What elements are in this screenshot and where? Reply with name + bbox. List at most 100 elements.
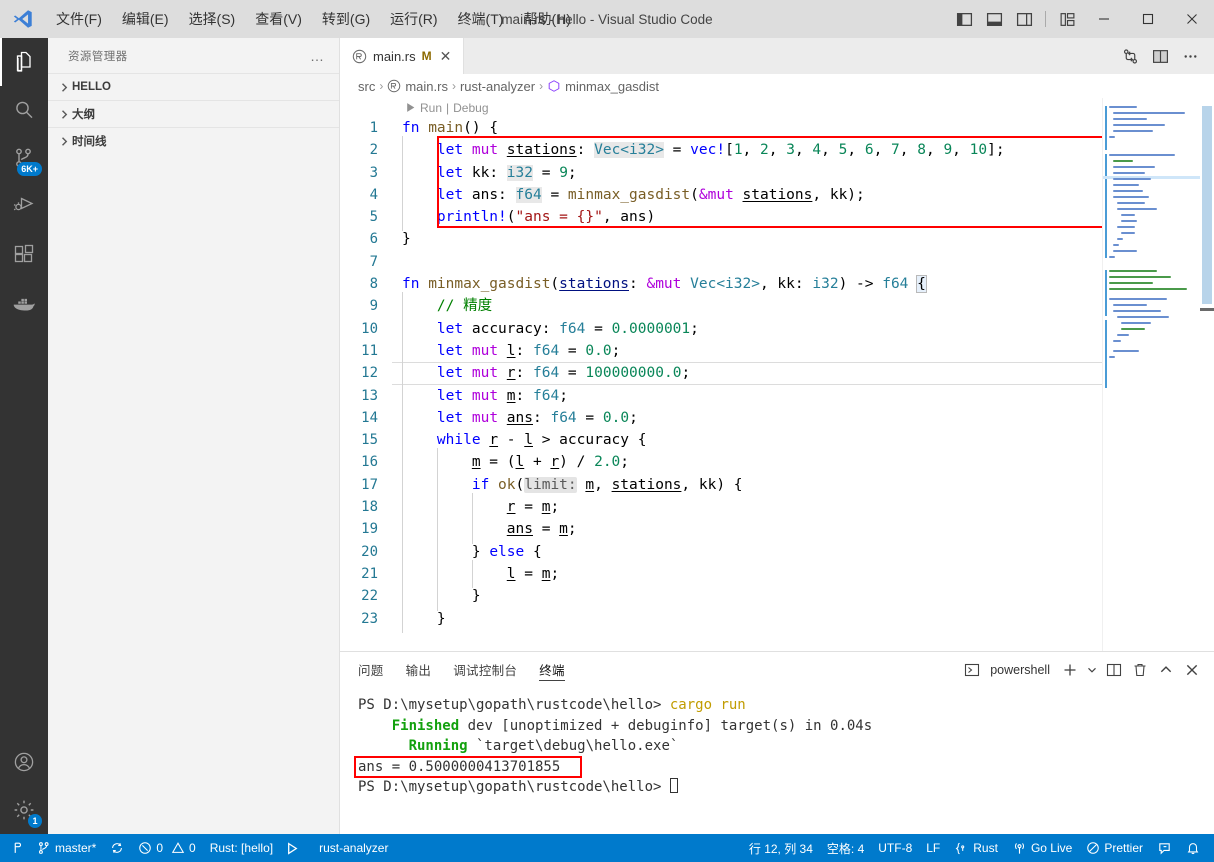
code-line-2[interactable]: 2 let mut stations: Vec<i32> = vec![1, 2… bbox=[340, 136, 1102, 165]
activity-accounts-icon[interactable] bbox=[0, 738, 48, 786]
code-line-15[interactable]: 15 while r - l > accuracy { bbox=[340, 426, 1102, 455]
breadcrumb-item-rust-analyzer[interactable]: rust-analyzer bbox=[460, 79, 535, 94]
toggle-panel-icon[interactable] bbox=[979, 0, 1009, 38]
minimize-icon[interactable] bbox=[1082, 0, 1126, 38]
code-text: while r - l > accuracy { bbox=[402, 426, 1102, 455]
maximize-icon[interactable] bbox=[1126, 0, 1170, 38]
breadcrumb-item-main-rs[interactable]: main.rs bbox=[387, 79, 448, 94]
tab-main-rs[interactable]: main.rs M ✕ bbox=[340, 38, 465, 74]
status-cursor-position[interactable]: 行 12, 列 34 bbox=[742, 834, 820, 862]
editor-scrollbar[interactable] bbox=[1200, 98, 1214, 651]
menu-file[interactable]: 文件(F) bbox=[46, 0, 112, 38]
split-terminal-icon[interactable] bbox=[1102, 657, 1126, 683]
code-line-20[interactable]: 20 } else { bbox=[340, 537, 1102, 567]
code-line-23[interactable]: 23 } bbox=[340, 604, 1102, 634]
code-lines[interactable]: 1 fn main() { 2 let mut stations: Vec<i3… bbox=[340, 117, 1102, 634]
panel-tab-problems[interactable]: 问题 bbox=[358, 652, 384, 687]
menu-view[interactable]: 查看(V) bbox=[245, 0, 312, 38]
code-line-22[interactable]: 22 } bbox=[340, 582, 1102, 611]
activity-extensions-icon[interactable] bbox=[0, 230, 48, 278]
close-panel-icon[interactable] bbox=[1180, 657, 1204, 683]
code-line-8[interactable]: 8 fn minmax_gasdist(stations: &mut Vec<i… bbox=[340, 273, 1102, 295]
panel-tab-terminal[interactable]: 终端 bbox=[539, 652, 565, 687]
status-go-live-label: Go Live bbox=[1030, 841, 1073, 855]
new-terminal-icon[interactable] bbox=[1058, 657, 1082, 683]
more-actions-icon[interactable] bbox=[1176, 41, 1204, 71]
code-line-14[interactable]: 14 let mut ans: f64 = 0.0; bbox=[340, 403, 1102, 433]
code-line-4[interactable]: 4 let ans: f64 = minmax_gasdist(&mut sta… bbox=[340, 180, 1102, 210]
chevron-down-icon[interactable] bbox=[1084, 657, 1100, 683]
breadcrumb-item-src[interactable]: src bbox=[358, 79, 375, 94]
compare-changes-icon[interactable] bbox=[1116, 41, 1144, 71]
code-line-13[interactable]: 13 let mut m: f64; bbox=[340, 381, 1102, 411]
activity-explorer-icon[interactable] bbox=[0, 38, 48, 86]
split-editor-icon[interactable] bbox=[1146, 41, 1174, 71]
activity-run-debug-icon[interactable] bbox=[0, 182, 48, 230]
code-line-5[interactable]: 5 println!("ans = {}", ans) bbox=[340, 203, 1102, 232]
code-line-16[interactable]: 16 m = (l + r) / 2.0; bbox=[340, 448, 1102, 478]
status-problems[interactable]: 0 0 bbox=[131, 834, 202, 862]
status-notifications-bell-icon[interactable] bbox=[1179, 834, 1214, 862]
breadcrumb-item-symbol[interactable]: minmax_gasdist bbox=[547, 79, 659, 94]
code-line-10[interactable]: 10 let accuracy: f64 = 0.0000001; bbox=[340, 314, 1102, 344]
status-eol[interactable]: LF bbox=[919, 834, 947, 862]
menu-selection[interactable]: 选择(S) bbox=[179, 0, 246, 38]
code-text: } bbox=[402, 582, 1102, 611]
sidebar-section-timeline[interactable]: 时间线 bbox=[48, 127, 339, 154]
close-icon[interactable] bbox=[1170, 0, 1214, 38]
activity-source-control-icon[interactable]: 6K+ bbox=[0, 134, 48, 182]
customize-layout-icon[interactable] bbox=[1052, 0, 1082, 38]
panel-tab-output[interactable]: 输出 bbox=[406, 652, 432, 687]
codelens-run-link[interactable]: Run bbox=[420, 101, 442, 115]
code-editor[interactable]: Run | Debug 1 fn main() { 2 let mut stat… bbox=[340, 98, 1214, 651]
activity-settings-gear-icon[interactable]: 1 bbox=[0, 786, 48, 834]
panel-tab-debug-console[interactable]: 调试控制台 bbox=[453, 652, 517, 687]
code-line-9[interactable]: 9 // 精度 bbox=[340, 292, 1102, 322]
terminal-shell-icon[interactable] bbox=[960, 657, 984, 683]
sidebar-more-actions-icon[interactable]: … bbox=[304, 48, 331, 64]
line-number: 18 bbox=[361, 499, 378, 516]
menu-run[interactable]: 运行(R) bbox=[380, 0, 447, 38]
status-remote-indicator[interactable] bbox=[0, 834, 30, 862]
maximize-panel-icon[interactable] bbox=[1154, 657, 1178, 683]
code-text: } bbox=[402, 604, 1102, 634]
terminal-output[interactable]: PS D:\mysetup\gopath\rustcode\hello> car… bbox=[340, 687, 1214, 834]
status-feedback-icon[interactable] bbox=[1150, 834, 1179, 862]
code-line-21[interactable]: 21 l = m; bbox=[340, 559, 1102, 589]
code-line-19[interactable]: 19 ans = m; bbox=[340, 515, 1102, 544]
status-rust-target[interactable]: Rust: [hello] bbox=[203, 834, 280, 862]
code-line-7[interactable]: 7 bbox=[340, 251, 1102, 273]
code-line-12[interactable]: 12 let mut r: f64 = 100000000.0; bbox=[340, 359, 1102, 388]
code-line-1[interactable]: 1 fn main() { bbox=[340, 117, 1102, 139]
code-scroll-area[interactable]: Run | Debug 1 fn main() { 2 let mut stat… bbox=[340, 98, 1102, 651]
status-rust-analyzer[interactable]: rust-analyzer bbox=[305, 834, 395, 862]
code-line-6[interactable]: 6 } bbox=[340, 228, 1102, 250]
status-encoding[interactable]: UTF-8 bbox=[871, 834, 919, 862]
minimap[interactable] bbox=[1102, 98, 1200, 651]
sidebar-section-hello[interactable]: HELLO bbox=[48, 73, 339, 100]
toggle-secondary-sidebar-icon[interactable] bbox=[1009, 0, 1039, 38]
status-sync[interactable] bbox=[103, 834, 131, 862]
status-run-target[interactable] bbox=[280, 834, 305, 862]
activity-docker-icon[interactable] bbox=[0, 278, 48, 326]
status-prettier[interactable]: Prettier bbox=[1079, 834, 1150, 862]
menu-go[interactable]: 转到(G) bbox=[312, 0, 380, 38]
code-line-18[interactable]: 18 r = m; bbox=[340, 493, 1102, 522]
status-language-mode[interactable]: Rust bbox=[947, 834, 1005, 862]
status-branch[interactable]: master* bbox=[30, 834, 103, 862]
code-line-11[interactable]: 11 let mut l: f64 = 0.0; bbox=[340, 336, 1102, 366]
menu-help[interactable]: 帮助(H) bbox=[513, 0, 580, 38]
activity-search-icon[interactable] bbox=[0, 86, 48, 134]
status-go-live[interactable]: Go Live bbox=[1005, 834, 1079, 862]
menu-terminal[interactable]: 终端(T) bbox=[448, 0, 514, 38]
toggle-primary-sidebar-icon[interactable] bbox=[949, 0, 979, 38]
code-line-17[interactable]: 17 if ok(limit: m, stations, kk) { bbox=[340, 470, 1102, 500]
status-indentation[interactable]: 空格: 4 bbox=[820, 834, 871, 862]
code-line-3[interactable]: 3 let kk: i32 = 9; bbox=[340, 158, 1102, 188]
sidebar-section-outline[interactable]: 大纲 bbox=[48, 100, 339, 127]
terminal-name-label[interactable]: powershell bbox=[990, 663, 1050, 677]
codelens-debug-link[interactable]: Debug bbox=[453, 101, 488, 115]
tab-close-icon[interactable]: ✕ bbox=[438, 48, 454, 65]
menu-edit[interactable]: 编辑(E) bbox=[112, 0, 179, 38]
kill-terminal-trash-icon[interactable] bbox=[1128, 657, 1152, 683]
